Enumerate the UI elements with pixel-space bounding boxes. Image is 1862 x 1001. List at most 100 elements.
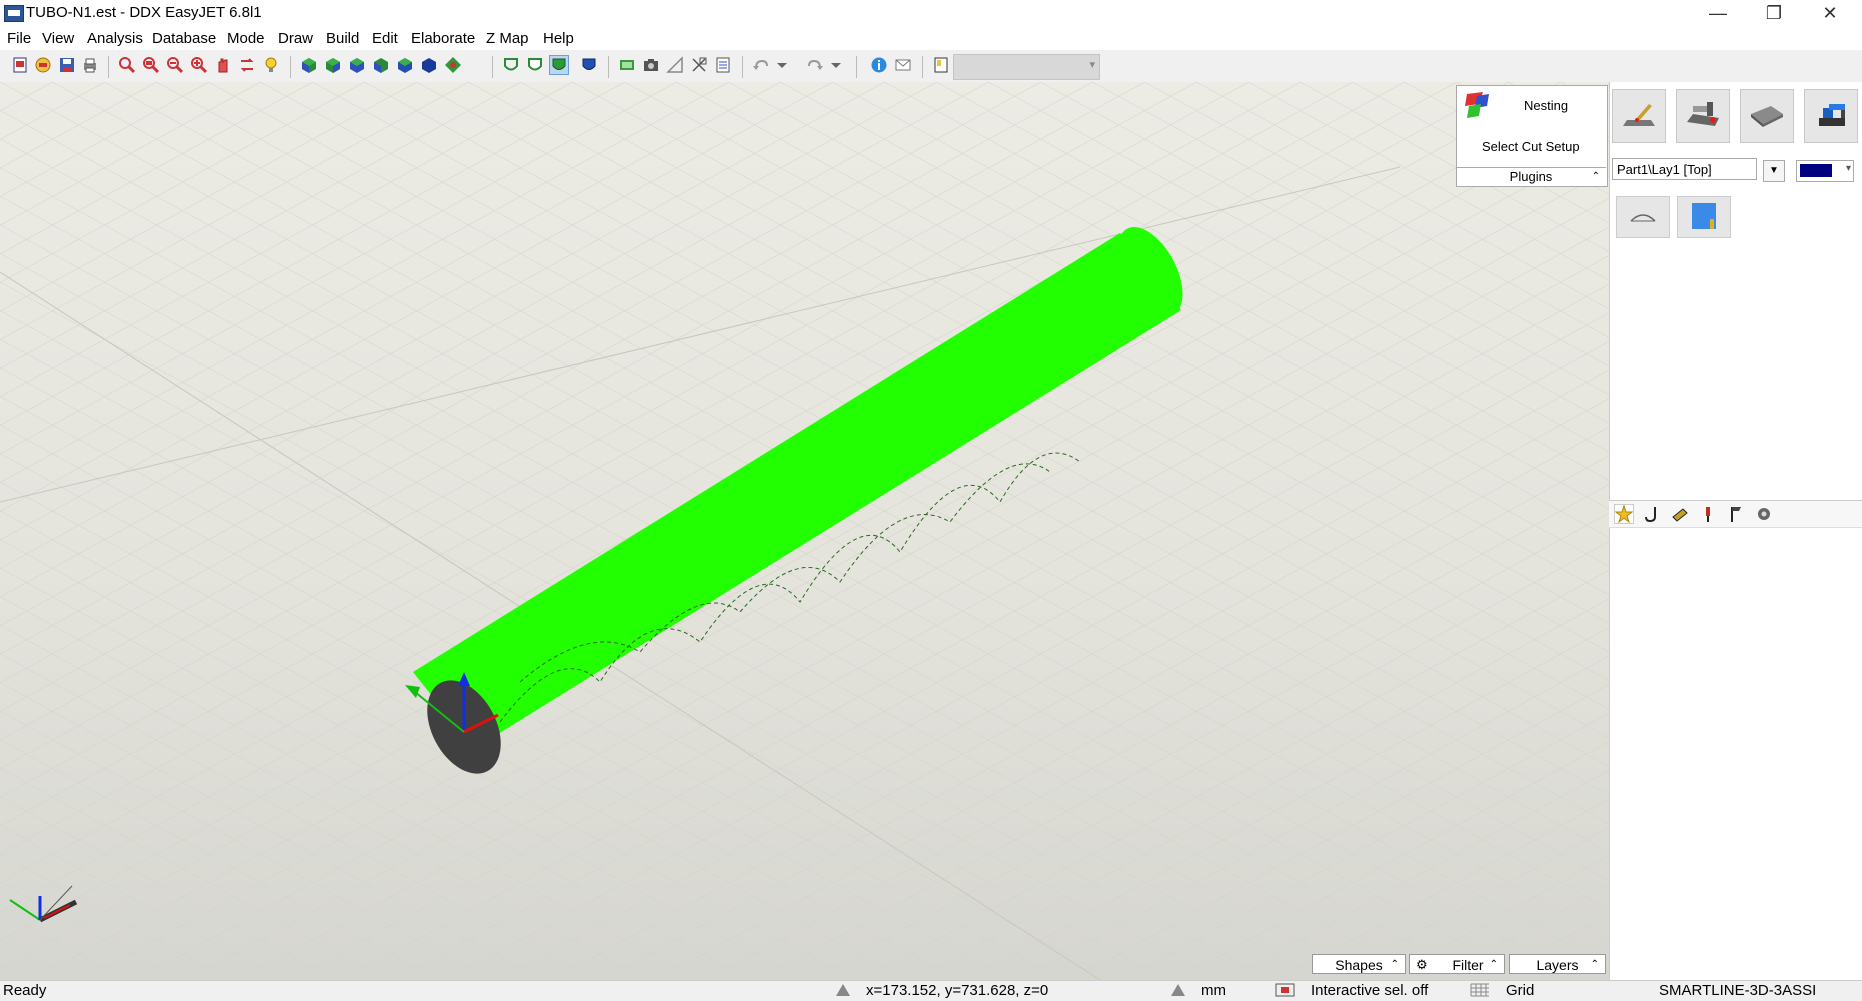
3d-viewport[interactable] [0,82,1609,980]
layer-dropdown-button[interactable]: ▼ [1763,160,1785,182]
redo-icon[interactable] [806,56,824,74]
pan-icon[interactable] [214,56,232,74]
open-icon[interactable] [34,56,52,74]
toolbar-separator [922,56,923,78]
shapes-button[interactable]: Shapes ⌃ [1312,954,1406,974]
pipe-icon[interactable] [1671,505,1689,523]
toolbar-separator [742,56,743,78]
toolbar-combo[interactable]: ▾ [953,54,1100,80]
menu-edit[interactable]: Edit [372,30,398,47]
chevron-up-icon: ⌃ [1590,959,1599,970]
hidden-line-icon[interactable] [526,56,544,74]
filter-label: Filter [1452,957,1484,973]
sheet-icon [1751,106,1783,127]
undo-icon[interactable] [752,56,770,74]
sheet-button[interactable] [1740,89,1794,143]
menu-build[interactable]: Build [326,30,359,47]
plugins-dropdown[interactable]: Plugins ⌃ [1456,167,1606,186]
chevron-down-icon: ▾ [1089,59,1095,71]
layer-select[interactable]: Part1\Lay1 [Top] [1612,158,1757,180]
selection-mode-icon[interactable] [1275,983,1295,997]
toolbar-separator [290,56,291,78]
new-icon[interactable] [11,56,29,74]
redraw-icon[interactable] [238,56,256,74]
chevron-up-icon: ⌃ [1390,959,1399,970]
main-toolbar: ▾ [0,50,1862,83]
menu-help[interactable]: Help [543,30,574,47]
redo-dropdown-icon[interactable] [830,56,842,74]
nesting-label[interactable]: Nesting [1524,98,1568,113]
select-cut-setup-button[interactable]: Select Cut Setup [1482,139,1580,154]
menu-draw[interactable]: Draw [278,30,313,47]
view-bottom-icon[interactable] [420,56,438,74]
nesting-icon [1465,92,1489,118]
hook-icon[interactable] [1643,505,1661,523]
status-machine: SMARTLINE-3D-3ASSI [1659,982,1817,999]
layers-button[interactable]: Layers ⌃ [1509,954,1606,974]
menu-database[interactable]: Database [152,30,216,47]
view-back-icon[interactable] [324,56,342,74]
pin-icon[interactable] [1699,505,1717,523]
status-grid[interactable]: Grid [1506,982,1534,999]
save-icon[interactable] [58,56,76,74]
shaded-icon[interactable] [549,55,569,75]
arc-tool-button[interactable] [1616,196,1670,238]
menu-mode[interactable]: Mode [227,30,265,47]
status-coordinates: x=173.152, y=731.628, z=0 [866,982,1049,999]
menu-z-map[interactable]: Z Map [486,30,529,47]
measure-icon[interactable] [666,56,684,74]
undo-dropdown-icon[interactable] [776,56,788,74]
zoom-in-icon[interactable] [190,56,208,74]
gear-cloud-icon[interactable] [1755,505,1773,523]
menu-view[interactable]: View [42,30,74,47]
zoom-out-icon[interactable] [166,56,184,74]
window-title: TUBO-N1.est - DDX EasyJET 6.8l1 [26,4,262,21]
info-icon[interactable] [870,56,888,74]
wireframe-icon[interactable] [502,56,520,74]
image-icon[interactable] [618,56,636,74]
shaded-edges-icon[interactable] [580,56,598,74]
blue-sheet-button[interactable] [1677,196,1731,238]
layer-color-select[interactable]: ▾ [1796,160,1854,182]
menu-bar: File View Analysis Database Mode Draw Bu… [0,28,1862,50]
close-button[interactable]: ✕ [1802,0,1858,28]
menu-file[interactable]: File [7,30,31,47]
filter-button[interactable]: ⚙ Filter ⌃ [1409,954,1505,974]
machine-button[interactable] [1676,89,1730,143]
mail-icon[interactable] [894,56,912,74]
minimize-button[interactable]: — [1690,0,1746,28]
view-right-icon[interactable] [372,56,390,74]
restore-button[interactable]: ❐ [1746,0,1802,28]
view-front-icon[interactable] [300,56,318,74]
grid-icon[interactable] [1470,983,1490,997]
cutting-head-button[interactable] [1612,89,1666,143]
toolbar-separator [108,56,109,78]
robot-icon [1819,104,1845,126]
view-top-icon[interactable] [396,56,414,74]
select-icon[interactable] [690,56,708,74]
view-iso-icon[interactable] [444,56,462,74]
help-icon[interactable] [932,56,950,74]
favorites-icon[interactable] [1614,504,1634,524]
layers-label: Layers [1536,957,1579,973]
report-icon[interactable] [714,56,732,74]
toolbar-separator [492,56,493,78]
status-interactive-selection[interactable]: Interactive sel. off [1311,982,1428,999]
zoom-extents-icon[interactable] [142,56,160,74]
status-bar: Ready x=173.152, y=731.628, z=0 mm Inter… [0,980,1862,1001]
menu-analysis[interactable]: Analysis [87,30,143,47]
print-icon[interactable] [81,56,99,74]
units-icon [1171,984,1185,996]
menu-elaborate[interactable]: Elaborate [411,30,475,47]
chevron-up-icon: ⌃ [1591,171,1600,182]
light-icon[interactable] [262,56,280,74]
robot-button[interactable] [1804,89,1858,143]
chevron-down-icon: ▼ [1769,165,1779,176]
view-left-icon[interactable] [348,56,366,74]
flag-icon[interactable] [1727,505,1745,523]
status-units[interactable]: mm [1201,982,1226,999]
title-bar: TUBO-N1.est - DDX EasyJET 6.8l1 — ❐ ✕ [0,0,1862,28]
camera-icon[interactable] [642,56,660,74]
zoom-window-icon[interactable] [118,56,136,74]
cutting-head-icon [1623,104,1655,126]
